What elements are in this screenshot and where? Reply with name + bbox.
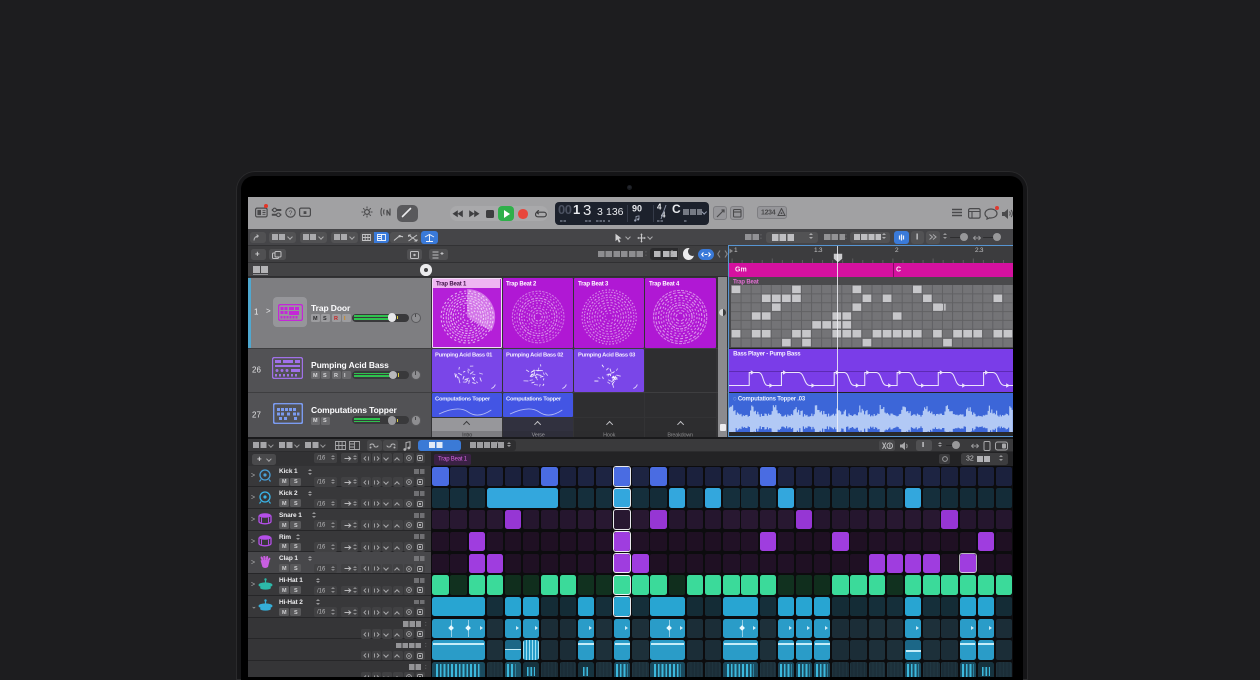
svg-text:S: S — [294, 523, 298, 529]
svg-text:/16: /16 — [317, 523, 326, 529]
svg-text:>: > — [251, 516, 255, 523]
svg-text:M: M — [282, 523, 287, 529]
svg-text:I: I — [922, 440, 924, 449]
svg-text:Snare 1: Snare 1 — [279, 512, 302, 519]
svg-text:Trap Beat 2: Trap Beat 2 — [506, 281, 537, 287]
svg-text:1234: 1234 — [761, 210, 776, 217]
svg-text:M: M — [282, 610, 287, 616]
svg-text:+: + — [255, 250, 260, 259]
svg-text:C: C — [896, 266, 901, 273]
svg-text:M: M — [282, 501, 287, 507]
svg-text::: : — [425, 665, 427, 671]
svg-text:/16: /16 — [317, 610, 326, 616]
svg-text::: : — [425, 621, 427, 627]
svg-text:Trap Beat 4: Trap Beat 4 — [649, 281, 680, 287]
svg-text:136: 136 — [606, 207, 624, 218]
svg-text:S: S — [323, 316, 327, 322]
svg-text:/16: /16 — [317, 588, 326, 594]
svg-text:I: I — [344, 316, 346, 322]
svg-text::: : — [645, 251, 647, 258]
svg-text:Kick 1: Kick 1 — [279, 468, 298, 475]
svg-text:27: 27 — [252, 410, 261, 419]
svg-text:>: > — [251, 560, 255, 567]
svg-text:M: M — [282, 479, 287, 485]
svg-text::: : — [760, 234, 762, 241]
svg-text:Clap 1: Clap 1 — [279, 555, 298, 562]
svg-text:3: 3 — [583, 202, 591, 219]
svg-text:Trap Beat 3: Trap Beat 3 — [578, 281, 609, 287]
svg-text:/16: /16 — [317, 545, 326, 551]
svg-text:S: S — [294, 566, 298, 572]
svg-text:>: > — [251, 538, 255, 545]
svg-text:/16: /16 — [317, 456, 326, 462]
svg-text:S: S — [294, 501, 298, 507]
svg-text:/16: /16 — [317, 501, 326, 507]
svg-text:M: M — [313, 373, 318, 379]
svg-text:/16: /16 — [317, 566, 326, 572]
svg-text:Rim: Rim — [279, 534, 291, 541]
svg-text:Trap Door: Trap Door — [311, 303, 351, 313]
svg-text:>: > — [266, 307, 271, 316]
svg-text:M: M — [282, 544, 287, 550]
svg-text:M: M — [313, 418, 318, 424]
svg-text:I: I — [344, 373, 346, 379]
svg-text:I: I — [916, 233, 918, 242]
svg-text:>: > — [251, 495, 255, 502]
svg-text::: : — [845, 234, 847, 241]
svg-text:S: S — [323, 373, 327, 379]
svg-text:Computations Topper: Computations Topper — [506, 396, 562, 402]
svg-text:S: S — [294, 588, 298, 594]
svg-text:26: 26 — [252, 365, 261, 374]
svg-text:Hi-Hat 1: Hi-Hat 1 — [279, 577, 303, 584]
svg-text:1: 1 — [573, 202, 580, 217]
svg-text:+: + — [257, 455, 262, 464]
svg-text:R: R — [334, 373, 338, 379]
svg-text:Kick 2: Kick 2 — [279, 490, 298, 497]
svg-text::: : — [425, 643, 427, 649]
svg-text:>: > — [251, 473, 255, 480]
svg-text:Pumping Acid Bass: Pumping Acid Bass — [311, 360, 389, 370]
svg-text:M: M — [313, 316, 318, 322]
svg-text:⌄: ⌄ — [251, 603, 257, 610]
svg-text:M: M — [282, 566, 287, 572]
svg-text:Trap Beat 1: Trap Beat 1 — [436, 281, 467, 287]
svg-text:Hi-Hat 2: Hi-Hat 2 — [279, 599, 303, 606]
svg-text:/16: /16 — [317, 480, 326, 486]
svg-text:1: 1 — [254, 308, 259, 317]
svg-text:00: 00 — [558, 202, 572, 217]
svg-text:C: C — [672, 202, 681, 216]
svg-text:Gm: Gm — [735, 266, 747, 273]
svg-text:S: S — [294, 610, 298, 616]
svg-text:Trap Beat 1: Trap Beat 1 — [438, 457, 468, 463]
svg-text:Computations Topper: Computations Topper — [435, 396, 491, 402]
svg-text:S: S — [323, 418, 327, 424]
svg-text:90: 90 — [632, 203, 642, 213]
svg-text:3: 3 — [597, 207, 603, 218]
svg-text:?: ? — [289, 210, 293, 217]
svg-text:S: S — [294, 544, 298, 550]
svg-text:>: > — [251, 581, 255, 588]
svg-text:/: / — [496, 441, 498, 448]
svg-text:M: M — [282, 588, 287, 594]
svg-text:Computations Topper: Computations Topper — [311, 405, 397, 415]
svg-text:32: 32 — [966, 456, 974, 463]
svg-text:S: S — [294, 479, 298, 485]
svg-text:R: R — [334, 316, 338, 322]
